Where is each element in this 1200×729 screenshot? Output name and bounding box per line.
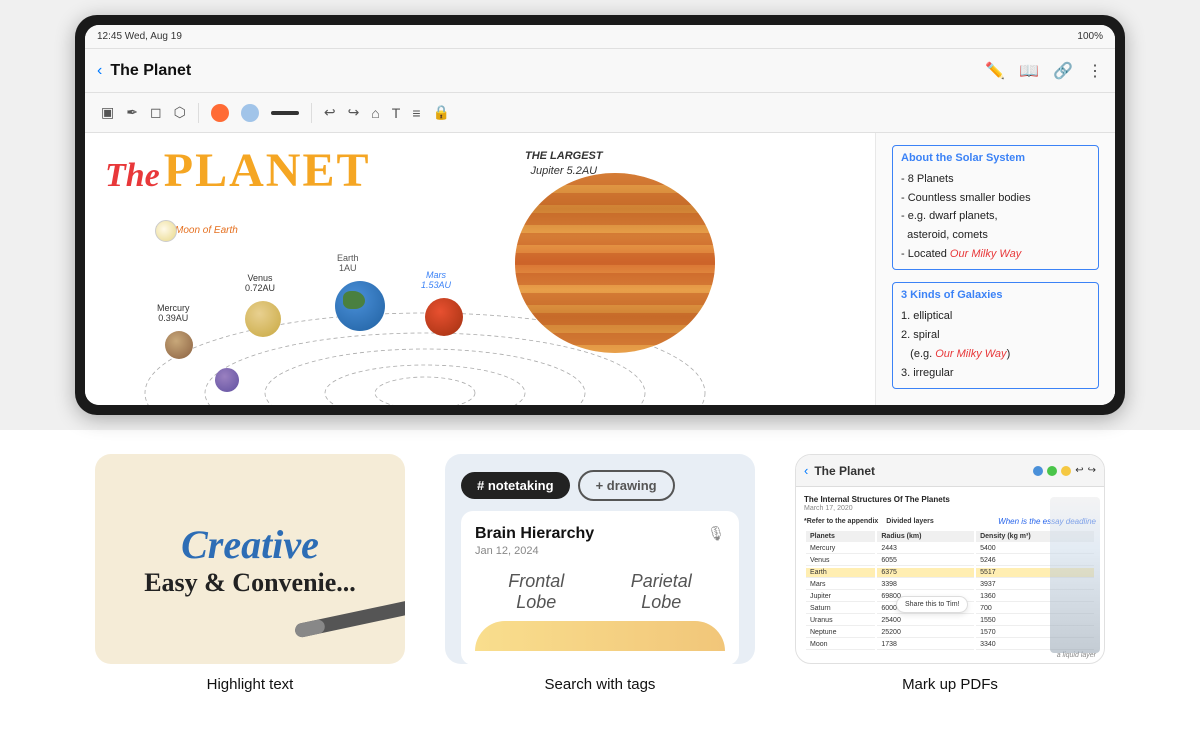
bottom-section: Creative Easy & Convenie... Highlight te… xyxy=(0,430,1200,729)
back-button[interactable]: ‹ xyxy=(97,62,102,80)
toolbar-pen-icon[interactable]: ✒ xyxy=(126,104,138,121)
note-date: Jan 12, 2024 xyxy=(475,545,594,557)
notes-sidebar: About the Solar System - 8 Planets - Cou… xyxy=(875,133,1115,405)
toolbar-align-icon[interactable]: ≡ xyxy=(412,105,420,121)
markup-content: The Internal Structures Of The Planets M… xyxy=(796,487,1104,663)
toolbar-redo-icon[interactable]: ↪ xyxy=(348,104,360,121)
highlight-text-label: Highlight text xyxy=(207,676,294,693)
status-time: 12:45 Wed, Aug 19 xyxy=(97,31,182,42)
markup-thumbnail: ‹ The Planet ↩ ↪ The Internal Structures… xyxy=(795,454,1105,664)
status-battery: 100% xyxy=(1077,31,1103,42)
toolbar-undo-icon[interactable]: ↩ xyxy=(324,104,336,121)
markup-app-title: The Planet xyxy=(814,464,875,478)
galaxies-box-title: 3 Kinds of Galaxies xyxy=(901,289,1090,301)
title-planet: PLANET xyxy=(164,143,371,198)
feature-search-tags: # notetaking + drawing Brain Hierarchy J… xyxy=(445,454,755,693)
status-bar: 12:45 Wed, Aug 19 100% xyxy=(85,25,1115,49)
mercury-area: Mercury0.39AU xyxy=(165,331,193,359)
solar-box-title: About the Solar System xyxy=(901,152,1090,164)
toolbar-shape-icon[interactable]: ⬡ xyxy=(174,104,186,121)
creative-text: Creative xyxy=(144,521,356,568)
highlight-thumbnail: Creative Easy & Convenie... xyxy=(95,454,405,664)
moon-circle xyxy=(155,220,177,242)
share-bubble: Share this to Tim! xyxy=(896,596,968,613)
link-icon[interactable]: 🔗 xyxy=(1053,61,1073,81)
refer-text: *Refer to the appendix xyxy=(804,518,878,525)
tablet-screen: 12:45 Wed, Aug 19 100% ‹ The Planet ✏️ 📖… xyxy=(85,25,1115,405)
color-black-dot[interactable] xyxy=(271,111,299,115)
notetaking-tag[interactable]: # notetaking xyxy=(461,472,570,499)
earth-label: Earth1AU xyxy=(337,253,359,273)
earth-planet xyxy=(335,281,385,331)
toolbar: ▣ ✒ ◻ ⬡ ↩ ↪ ⌂ T ≡ 🔒 xyxy=(85,93,1115,133)
small-planet xyxy=(215,368,239,392)
tag-row: # notetaking + drawing xyxy=(461,470,739,501)
note-preview-content: FrontalLobe ParietalLobe xyxy=(475,571,725,613)
toolbar-divider2 xyxy=(311,103,312,123)
mic-icon[interactable]: 🎙 xyxy=(707,525,725,542)
venus-area: Venus0.72AU xyxy=(245,301,281,337)
tablet-section: 12:45 Wed, Aug 19 100% ‹ The Planet ✏️ 📖… xyxy=(0,0,1200,430)
drawing-tag[interactable]: + drawing xyxy=(578,470,675,501)
easy-text: Easy & Convenie... xyxy=(144,568,356,598)
mercury-label: Mercury0.39AU xyxy=(157,303,190,323)
note-preview: Brain Hierarchy Jan 12, 2024 🎙 FrontalLo… xyxy=(461,511,739,664)
edit-icon[interactable]: ✏️ xyxy=(985,61,1005,81)
more-icon[interactable]: ⋮ xyxy=(1087,61,1103,81)
divided-text: Divided layers xyxy=(886,518,933,525)
toolbar-note-icon[interactable]: ▣ xyxy=(101,104,114,121)
tablet-frame: 12:45 Wed, Aug 19 100% ‹ The Planet ✏️ 📖… xyxy=(75,15,1125,415)
mars-area: Mars1.53AU xyxy=(425,298,463,336)
feature-markup-pdfs: ‹ The Planet ↩ ↪ The Internal Structures… xyxy=(795,454,1105,693)
search-thumbnail: # notetaking + drawing Brain Hierarchy J… xyxy=(445,454,755,664)
small-planet-area xyxy=(215,368,239,392)
venus-planet xyxy=(245,301,281,337)
galaxies-box: 3 Kinds of Galaxies 1. elliptical 2. spi… xyxy=(892,282,1099,389)
toolbar-lock-icon[interactable]: 🔒 xyxy=(433,104,450,121)
frontal-lobe: FrontalLobe xyxy=(508,571,564,613)
canvas-area: The PLANET THE LARGEST Jupiter 5.2AU The… xyxy=(85,133,1115,405)
moon-label-area: The Moon of Earth xyxy=(155,225,238,236)
earth-area: Earth1AU xyxy=(335,281,385,331)
creative-text-container: Creative Easy & Convenie... xyxy=(144,521,356,598)
venus-label: Venus0.72AU xyxy=(245,273,275,293)
brain-illustration xyxy=(475,621,725,651)
app-bar-icons: ✏️ 📖 🔗 ⋮ xyxy=(985,61,1103,81)
search-tags-label: Search with tags xyxy=(545,676,656,693)
color-orange-dot[interactable] xyxy=(211,104,229,122)
stylus-svg xyxy=(282,590,405,658)
mercury-planet xyxy=(165,331,193,359)
planet-illustration: The PLANET THE LARGEST Jupiter 5.2AU The… xyxy=(85,133,875,405)
page-title: The Planet xyxy=(110,62,977,80)
toolbar-text-icon[interactable]: T xyxy=(392,105,401,121)
feature-highlight-text: Creative Easy & Convenie... Highlight te… xyxy=(95,454,405,693)
note-title: Brain Hierarchy xyxy=(475,525,594,543)
toolbar-divider xyxy=(198,103,199,123)
toolbar-erase-icon[interactable]: ◻ xyxy=(150,104,162,121)
title-the: The xyxy=(105,157,160,195)
jupiter-planet xyxy=(515,173,715,353)
solar-system-box: About the Solar System - 8 Planets - Cou… xyxy=(892,145,1099,270)
mars-label: Mars1.53AU xyxy=(421,270,451,290)
liquid-note: a liquid layer xyxy=(1057,652,1096,659)
markup-pdfs-label: Mark up PDFs xyxy=(902,676,998,693)
structure-visual xyxy=(1050,497,1100,653)
mars-planet xyxy=(425,298,463,336)
markup-app-bar: ‹ The Planet ↩ ↪ xyxy=(796,455,1104,487)
toolbar-home-icon[interactable]: ⌂ xyxy=(371,105,379,121)
book-icon[interactable]: 📖 xyxy=(1019,61,1039,81)
color-blue-dot[interactable] xyxy=(241,104,259,122)
app-bar: ‹ The Planet ✏️ 📖 🔗 ⋮ xyxy=(85,49,1115,93)
solar-box-list: - 8 Planets - Countless smaller bodies -… xyxy=(901,170,1090,263)
parietal-lobe: ParietalLobe xyxy=(631,571,692,613)
galaxies-box-list: 1. elliptical 2. spiral (e.g. Our Milky … xyxy=(901,307,1090,382)
